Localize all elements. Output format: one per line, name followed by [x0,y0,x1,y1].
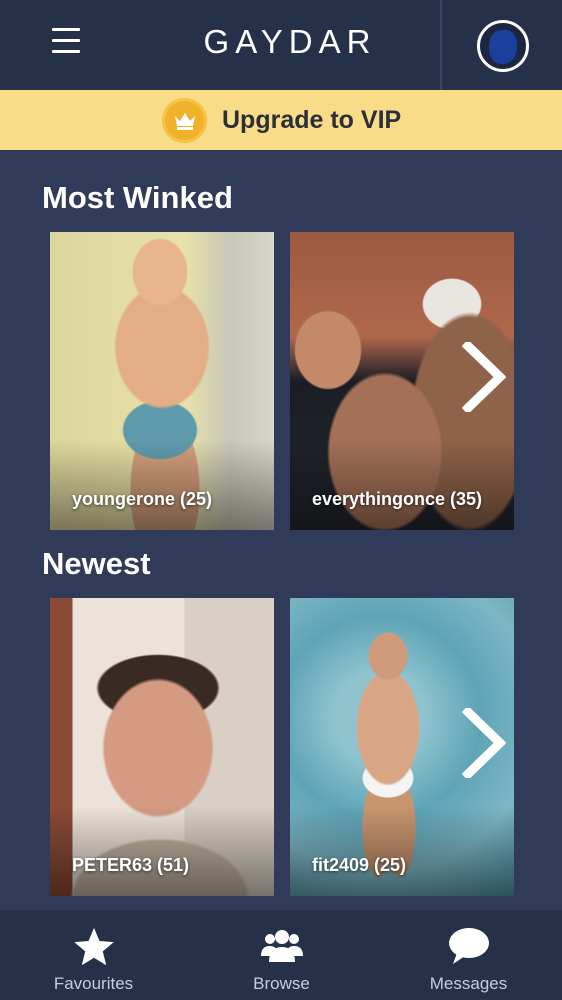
profile-card[interactable]: youngerone (25) [50,232,274,530]
nav-item-favourites[interactable]: Favourites [0,910,187,1000]
nav-label-messages: Messages [429,974,508,993]
top-app-bar: GAYDAR [0,0,562,90]
nav-item-messages[interactable]: Messages [375,910,562,1000]
app-logo: GAYDAR [203,23,377,60]
hamburger-menu-icon[interactable] [52,27,82,55]
header-divider [440,0,442,90]
bottom-navigation: Favourites Browse Messages [0,910,562,1000]
profile-card-label: youngerone (25) [72,489,213,509]
upgrade-vip-banner[interactable]: Upgrade to VIP [0,90,562,150]
profile-avatar-icon[interactable] [477,20,529,72]
chevron-right-icon[interactable] [461,339,507,415]
section-title-newest: Newest [42,546,151,581]
profile-card-label: PETER63 (51) [72,855,190,875]
chevron-right-icon[interactable] [461,705,507,781]
people-group-icon [260,926,304,971]
upgrade-vip-label: Upgrade to VIP [222,106,402,134]
nav-label-favourites: Favourites [53,974,134,993]
profile-card[interactable]: PETER63 (51) [50,598,274,896]
nav-label-browse: Browse [253,974,310,993]
crown-icon [162,98,207,143]
speech-bubble-icon [447,926,491,971]
nav-item-browse[interactable]: Browse [188,910,375,1000]
profile-card-label: everythingonce (35) [312,489,483,509]
profile-card-label: fit2409 (25) [312,855,407,875]
star-icon [72,926,116,973]
section-title-most-winked: Most Winked [42,180,233,215]
